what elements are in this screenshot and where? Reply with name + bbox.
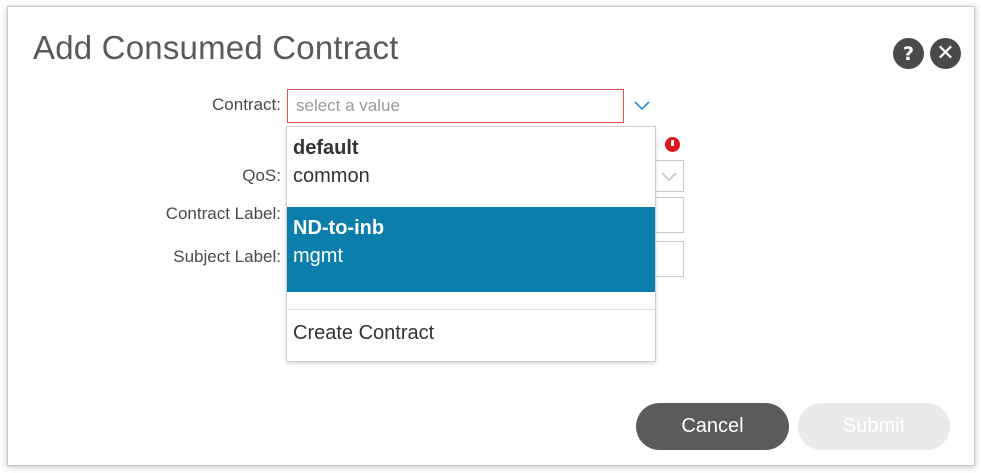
dropdown-divider xyxy=(287,309,655,310)
contract-field-label: Contract: xyxy=(212,95,281,114)
contract-label-input[interactable] xyxy=(653,197,684,233)
option-tenant: common xyxy=(293,165,370,187)
question-icon[interactable]: ? xyxy=(893,38,924,69)
subject-label-input[interactable] xyxy=(653,241,684,277)
dropdown-option-nd-to-inb[interactable]: ND-to-inb mgmt xyxy=(287,207,655,292)
close-icon[interactable]: ✕ xyxy=(930,38,961,69)
error-icon xyxy=(665,137,680,152)
qos-field-label: QoS: xyxy=(242,166,281,185)
option-name: default xyxy=(293,137,359,159)
contract-select-input[interactable]: select a value xyxy=(287,89,624,123)
contract-label-field-label: Contract Label: xyxy=(165,204,281,223)
add-consumed-contract-dialog: Add Consumed Contract ? ✕ Contract: sele… xyxy=(7,6,975,466)
dropdown-option-default[interactable]: default common xyxy=(287,135,655,203)
create-contract-option[interactable]: Create Contract xyxy=(293,322,434,345)
chevron-down-icon[interactable] xyxy=(628,91,656,121)
dialog-title: Add Consumed Contract xyxy=(33,29,399,66)
cancel-button[interactable]: Cancel xyxy=(636,403,789,450)
qos-select[interactable] xyxy=(653,160,684,192)
option-tenant: mgmt xyxy=(293,245,343,267)
submit-button[interactable]: Submit xyxy=(798,403,950,450)
subject-label-field-label: Subject Label: xyxy=(173,247,281,266)
option-name: ND-to-inb xyxy=(293,217,385,239)
contract-dropdown-list: default common ND-to-inb mgmt Create Con… xyxy=(286,126,656,362)
